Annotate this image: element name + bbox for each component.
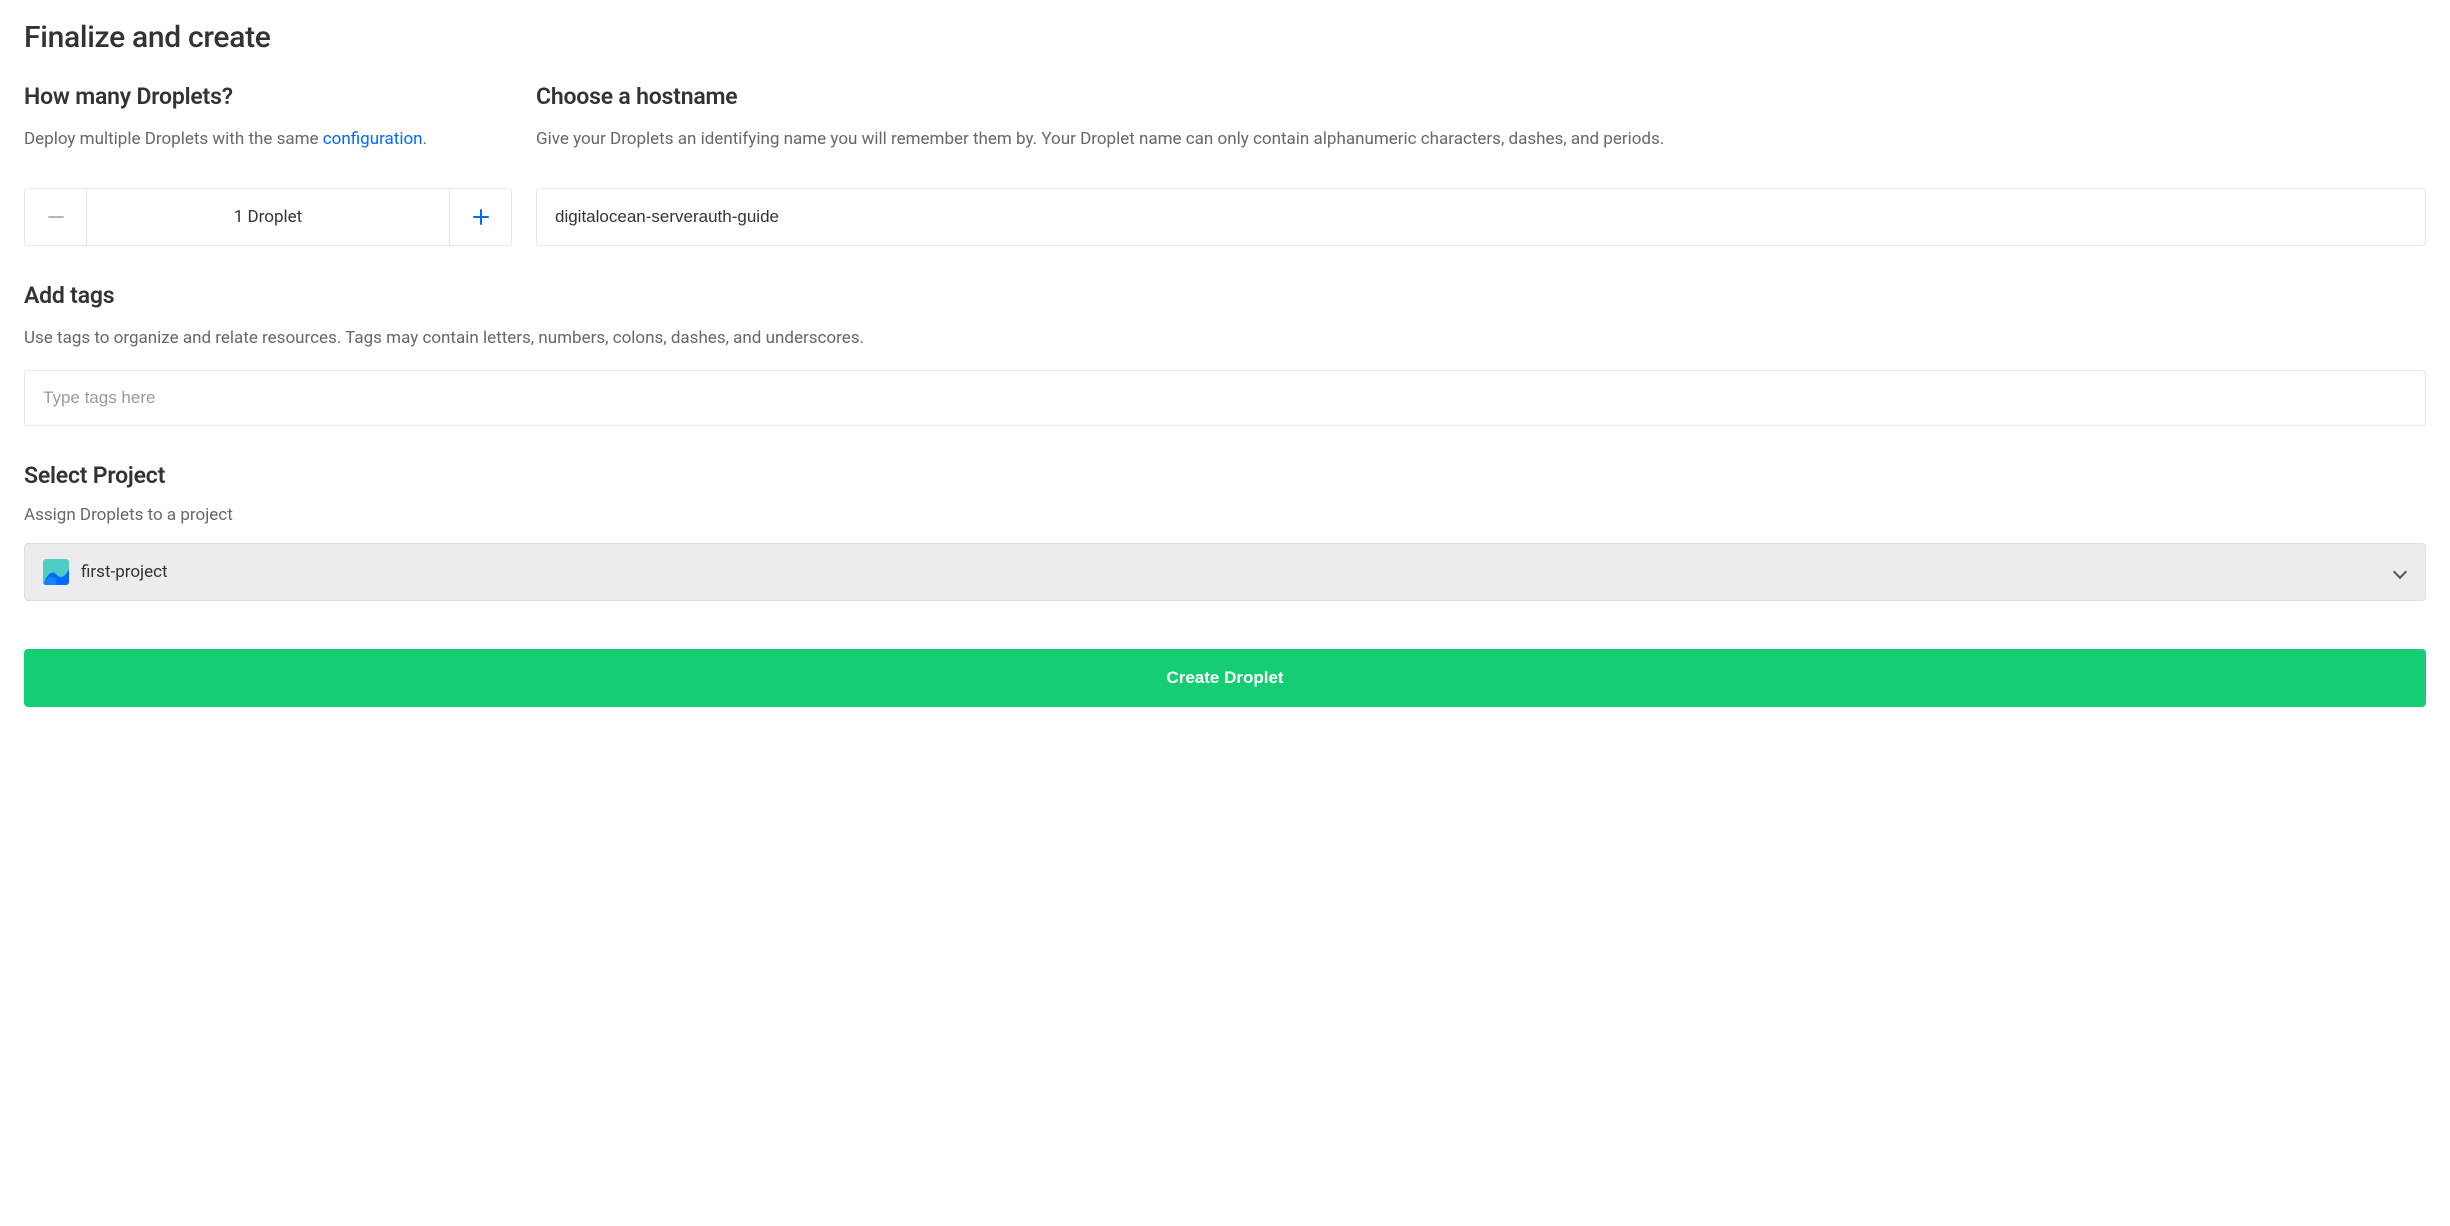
minus-icon xyxy=(48,216,64,218)
droplets-desc: Deploy multiple Droplets with the same c… xyxy=(24,126,512,152)
page-title: Finalize and create xyxy=(24,20,2426,55)
hostname-desc: Give your Droplets an identifying name y… xyxy=(536,126,2426,152)
hostname-input[interactable] xyxy=(536,188,2426,246)
tags-desc: Use tags to organize and relate resource… xyxy=(24,325,2426,351)
droplets-heading: How many Droplets? xyxy=(24,83,512,110)
droplets-desc-suffix: . xyxy=(423,129,427,149)
hostname-heading: Choose a hostname xyxy=(536,83,2426,110)
chevron-down-icon xyxy=(2393,565,2407,579)
droplets-desc-prefix: Deploy multiple Droplets with the same xyxy=(24,129,323,149)
project-icon xyxy=(43,559,69,585)
project-name: first-project xyxy=(81,562,2393,582)
droplet-count-label: 1 Droplet xyxy=(87,189,449,245)
droplet-stepper: 1 Droplet xyxy=(24,188,512,246)
project-heading: Select Project xyxy=(24,462,2426,489)
plus-icon xyxy=(473,209,489,225)
create-droplet-button[interactable]: Create Droplet xyxy=(24,649,2426,707)
tags-heading: Add tags xyxy=(24,282,2426,309)
project-desc: Assign Droplets to a project xyxy=(24,505,2426,525)
stepper-increment-button[interactable] xyxy=(449,189,511,245)
stepper-decrement-button[interactable] xyxy=(25,189,87,245)
configuration-link[interactable]: configuration xyxy=(323,129,423,149)
tags-input[interactable] xyxy=(24,370,2426,426)
project-select[interactable]: first-project xyxy=(24,543,2426,601)
